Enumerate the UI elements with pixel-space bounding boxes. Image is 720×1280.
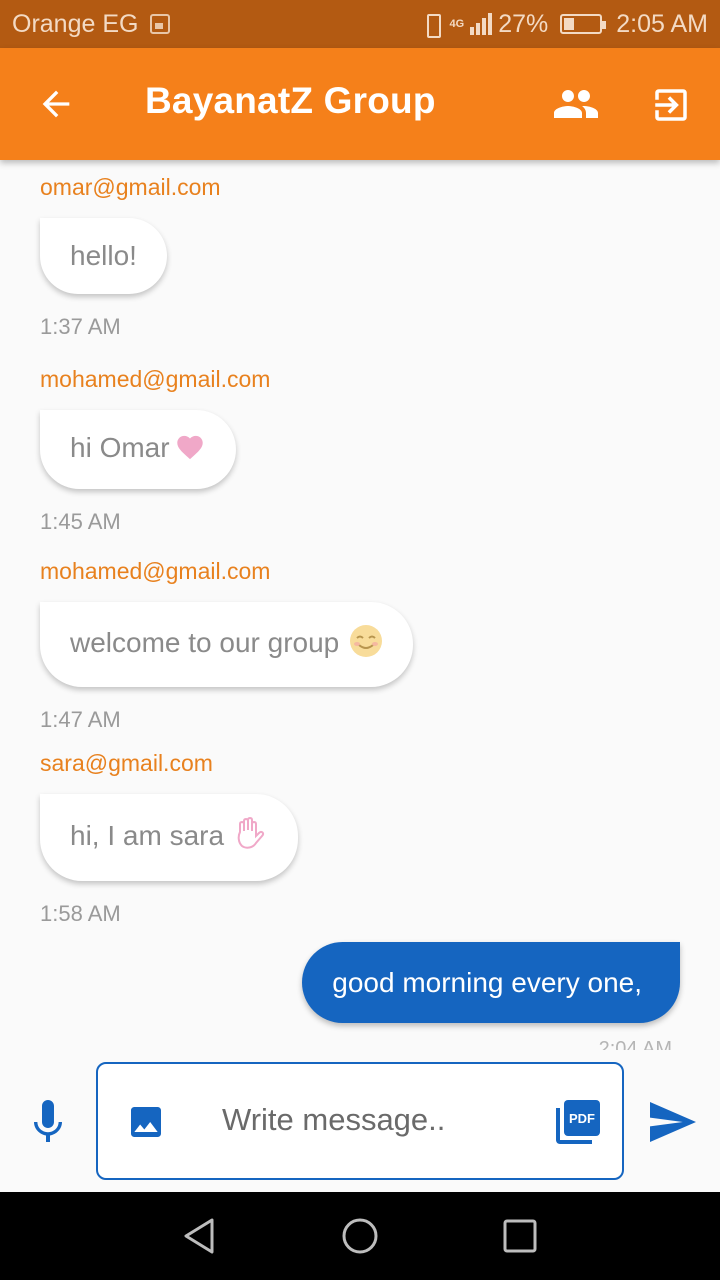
microphone-button[interactable]	[30, 1100, 66, 1144]
message-composer: PDF	[0, 1050, 720, 1192]
send-icon	[650, 1102, 696, 1142]
nav-home-icon	[342, 1218, 378, 1254]
message-item: mohamed@gmail.com hi Omar 1:45 AM	[40, 366, 270, 535]
exit-icon	[655, 89, 687, 121]
message-bubble[interactable]: welcome to our group	[40, 602, 414, 687]
send-button[interactable]	[650, 1102, 696, 1142]
message-item: sara@gmail.com hi, I am sara 1:58 AM	[40, 750, 299, 927]
nav-back-icon	[184, 1218, 214, 1254]
attach-image-button[interactable]	[126, 1102, 166, 1142]
battery-percent: 27%	[498, 9, 549, 38]
message-item: omar@gmail.com hello! 1:37 AM	[40, 174, 221, 340]
system-nav-bar	[0, 1192, 720, 1280]
microphone-icon	[34, 1100, 62, 1142]
message-sender: mohamed@gmail.com	[40, 558, 271, 584]
signal-icon	[470, 13, 493, 35]
message-input-box: PDF	[96, 1062, 624, 1180]
group-members-button[interactable]	[552, 82, 600, 126]
message-input[interactable]	[222, 1100, 522, 1140]
smiling-face-emoji-icon	[349, 624, 383, 665]
message-list[interactable]: omar@gmail.com hello! 1:37 AM mohamed@gm…	[0, 160, 720, 1050]
status-left: Orange EG	[0, 9, 171, 39]
carrier-name: Orange EG	[12, 9, 139, 38]
status-bar: Orange EG 4G 27% 2:05 AM	[0, 0, 720, 48]
heart-emoji-icon	[174, 432, 206, 467]
message-bubble[interactable]: hi, I am sara	[40, 794, 299, 881]
message-sender: mohamed@gmail.com	[40, 366, 271, 392]
clock: 2:05 AM	[616, 9, 708, 38]
exit-button[interactable]	[650, 84, 692, 126]
message-bubble[interactable]: hello!	[40, 218, 167, 294]
group-icon	[554, 90, 598, 118]
message-text: hi Omar	[70, 432, 170, 463]
app-bar: BayanatZ Group	[0, 48, 720, 160]
message-text: hello!	[70, 240, 137, 271]
nav-recents-button[interactable]	[502, 1218, 538, 1254]
message-sender: sara@gmail.com	[40, 750, 213, 776]
status-right: 4G 27% 2:05 AM	[420, 10, 720, 39]
message-time: 1:45 AM	[40, 509, 121, 535]
nav-home-button[interactable]	[340, 1216, 380, 1256]
message-item: mohamed@gmail.com welcome to our group 1…	[40, 558, 414, 733]
arrow-back-icon	[42, 90, 70, 118]
message-bubble[interactable]: hi Omar	[40, 410, 236, 490]
attach-pdf-button[interactable]: PDF	[556, 1098, 600, 1144]
svg-text:PDF: PDF	[569, 1111, 595, 1126]
page-title: BayanatZ Group	[145, 80, 436, 121]
back-button[interactable]	[36, 84, 76, 124]
message-text: welcome to our group	[70, 626, 340, 658]
message-time: 1:58 AM	[40, 901, 121, 926]
own-message-text: good morning every one,	[332, 967, 642, 998]
message-text: hi, I am sara	[70, 819, 225, 851]
own-message-time: 2:04 AM	[598, 1038, 672, 1050]
own-message-bubble[interactable]: good morning every one,	[302, 942, 680, 1023]
nav-back-button[interactable]	[180, 1216, 220, 1256]
network-type: 4G	[449, 18, 465, 30]
waving-hand-emoji-icon	[232, 816, 268, 859]
vibrate-icon	[420, 12, 444, 38]
message-sender: omar@gmail.com	[40, 174, 221, 200]
message-time: 1:47 AM	[40, 707, 121, 732]
nav-recents-icon	[503, 1219, 537, 1253]
image-icon	[131, 1107, 161, 1137]
message-time: 1:37 AM	[40, 314, 121, 339]
image-notification-icon	[150, 14, 171, 34]
battery-icon	[560, 14, 607, 34]
pdf-icon: PDF	[556, 1100, 600, 1144]
